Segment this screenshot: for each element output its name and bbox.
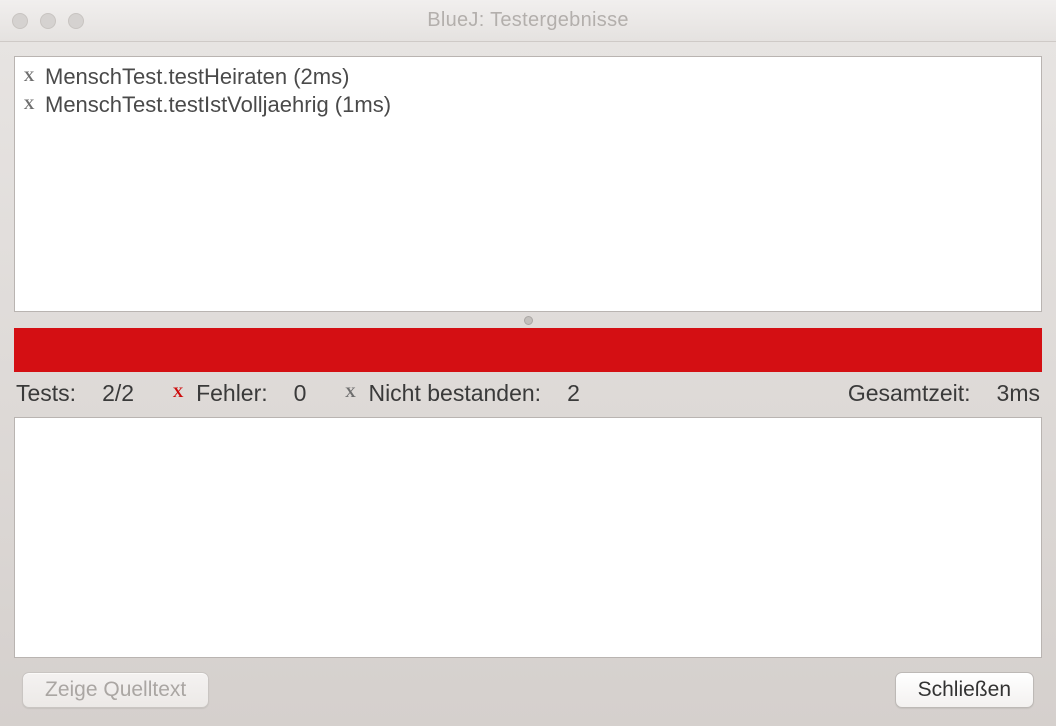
split-divider[interactable] (14, 312, 1042, 328)
status-progress-bar (14, 328, 1042, 372)
test-row[interactable]: X MenschTest.testHeiraten (2ms) (21, 63, 1035, 91)
title-bar: BlueJ: Testergebnisse (0, 0, 1056, 42)
minimize-window-icon[interactable] (40, 13, 56, 29)
content-area: X MenschTest.testHeiraten (2ms) X Mensch… (0, 42, 1056, 726)
error-x-icon: X (170, 386, 186, 402)
show-source-button: Zeige Quelltext (22, 672, 209, 708)
fail-x-icon: X (21, 69, 37, 85)
test-label: MenschTest.testIstVolljaehrig (1ms) (45, 92, 391, 118)
zoom-window-icon[interactable] (68, 13, 84, 29)
summary-tests-label: Tests: (16, 380, 76, 407)
summary-tests-value: 2/2 (102, 380, 134, 407)
test-row[interactable]: X MenschTest.testIstVolljaehrig (1ms) (21, 91, 1035, 119)
summary-errors-value: 0 (294, 380, 307, 407)
fail-x-icon: X (342, 386, 358, 402)
summary-failed: X Nicht bestanden: 2 (342, 380, 579, 407)
window-controls (12, 13, 84, 29)
summary-total-value: 3ms (997, 380, 1040, 407)
footer-buttons: Zeige Quelltext Schließen (14, 658, 1042, 726)
close-button[interactable]: Schließen (895, 672, 1034, 708)
grip-dot-icon (524, 316, 533, 325)
summary-tests: Tests: 2/2 (16, 380, 134, 407)
summary-total-time: Gesamtzeit: 3ms (848, 380, 1040, 407)
summary-errors-label: Fehler: (196, 380, 268, 407)
window-title: BlueJ: Testergebnisse (0, 9, 1056, 32)
detail-output-box[interactable] (14, 417, 1042, 658)
summary-total-label: Gesamtzeit: (848, 380, 971, 407)
test-label: MenschTest.testHeiraten (2ms) (45, 64, 349, 90)
fail-x-icon: X (21, 97, 37, 113)
test-results-list[interactable]: X MenschTest.testHeiraten (2ms) X Mensch… (14, 56, 1042, 312)
summary-errors: X Fehler: 0 (170, 380, 306, 407)
summary-failed-label: Nicht bestanden: (368, 380, 541, 407)
summary-failed-value: 2 (567, 380, 580, 407)
close-window-icon[interactable] (12, 13, 28, 29)
summary-row: Tests: 2/2 X Fehler: 0 X Nicht bestanden… (14, 372, 1042, 417)
